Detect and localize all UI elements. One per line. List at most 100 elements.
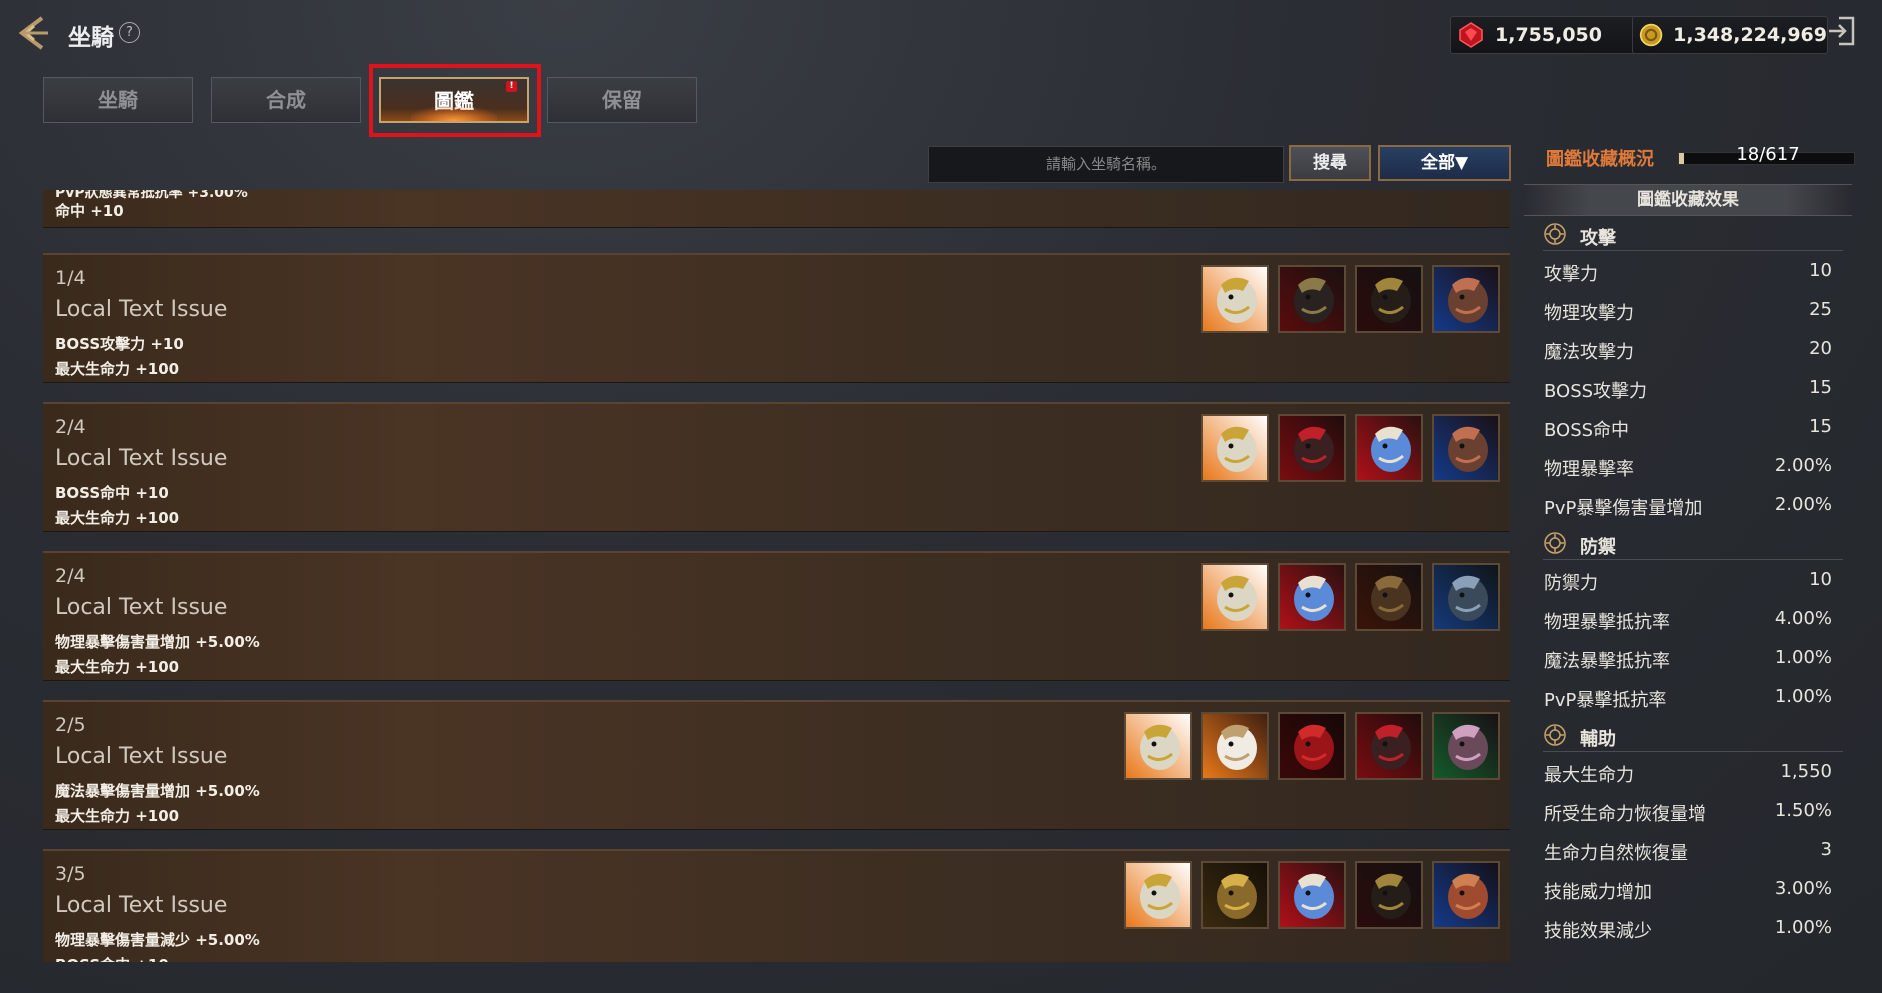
set-name: Local Text Issue [55,446,228,471]
stat-value: 3 [1820,839,1832,860]
stat-name: 魔法攻擊力 [1544,342,1634,363]
collection-set-list[interactable]: PvP狀態異常抵抗率 +3.00% 命中 +10 1/4 Local Text … [43,190,1510,962]
mount-portrait[interactable] [1201,712,1269,780]
stat-name: 最大生命力 [1544,765,1634,786]
tab-reserve[interactable]: 保留 [547,77,697,123]
set-progress: 2/4 [55,416,86,438]
mount-portrait[interactable] [1278,265,1346,333]
tab-mount[interactable]: 坐騎 [43,77,193,123]
stat-row: PvP暴擊傷害量增加 2.00% [1544,490,1832,522]
stat-row: 物理暴擊率 2.00% [1544,451,1832,483]
bird-red-mount-icon [1357,714,1421,778]
set-name: Local Text Issue [55,297,228,322]
mount-portrait[interactable] [1278,414,1346,482]
mount-portrait[interactable] [1355,712,1423,780]
mount-portrait[interactable] [1201,861,1269,929]
back-button[interactable] [12,12,54,54]
help-icon[interactable]: ? [119,22,140,43]
stat-row: 物理攻擊力 25 [1544,295,1832,327]
stat-row: 攻擊力 10 [1544,256,1832,288]
wolf-blue-mount-icon [1434,565,1498,629]
mount-portrait[interactable] [1355,861,1423,929]
set-name: Local Text Issue [55,744,228,769]
set-card[interactable]: 2/4 Local Text Issue 物理暴擊傷害量增加 +5.00% 最大… [43,551,1510,681]
lion-gold-mount-icon [1126,714,1190,778]
stat-value: 1.00% [1774,647,1832,668]
mount-portrait[interactable] [1355,265,1423,333]
stat-name: 物理暴擊率 [1544,459,1634,480]
stat-name: 技能威力增加 [1544,882,1652,903]
stat-value: 25 [1809,299,1832,320]
set-card[interactable]: 2/4 Local Text Issue BOSS命中 +10 最大生命力 +1… [43,402,1510,532]
drake-red-mount-icon [1280,714,1344,778]
stat-name: 所受生命力恢復量增 [1544,804,1706,825]
set-effect: 最大生命力 +100 [55,509,180,527]
set-progress: 3/5 [55,863,86,885]
stat-row: 魔法攻擊力 20 [1544,334,1832,366]
mount-portrait[interactable] [1201,414,1269,482]
griffon-blue-mount-icon [1434,267,1498,331]
stat-value: 1.50% [1774,800,1832,821]
set-effect: 魔法暴擊傷害量增加 +5.00% [55,782,260,800]
tab-synthesis[interactable]: 合成 [211,77,361,123]
stat-row: BOSS命中 15 [1544,412,1832,444]
mount-portrait[interactable] [1278,563,1346,631]
mount-portrait[interactable] [1432,712,1500,780]
stat-value: 20 [1809,338,1832,359]
gold-currency: 1,348,224,969 [1632,16,1828,54]
bear-dark-mount-icon [1357,565,1421,629]
ruby-icon [1459,22,1483,48]
mount-portrait[interactable] [1278,861,1346,929]
search-input[interactable]: 請輸入坐騎名稱。 [928,146,1284,183]
filter-dropdown[interactable]: 全部▼ [1378,145,1511,181]
stat-row: 技能威力增加 3.00% [1544,874,1832,906]
horse-white-mount-icon [1203,714,1267,778]
mount-portrait[interactable] [1201,563,1269,631]
mount-portrait[interactable] [1124,712,1192,780]
stat-value: 15 [1809,377,1832,398]
stat-name: BOSS攻擊力 [1544,381,1648,402]
mount-portrait[interactable] [1432,861,1500,929]
exit-button[interactable] [1825,14,1859,48]
mount-portrait[interactable] [1355,563,1423,631]
mount-portrait[interactable] [1355,414,1423,482]
dragon-blue-mount-icon [1280,565,1344,629]
set-progress: 2/4 [55,565,86,587]
stat-name: 物理暴擊抵抗率 [1544,612,1670,633]
set-card[interactable]: 1/4 Local Text Issue BOSS攻擊力 +10 最大生命力 +… [43,253,1510,383]
stat-value: 10 [1809,569,1832,590]
stat-value: 10 [1809,260,1832,281]
stat-name: BOSS命中 [1544,420,1630,441]
stat-value: 3.00% [1774,878,1832,899]
mount-portrait[interactable] [1432,265,1500,333]
dragon-blue-mount-icon [1280,863,1344,927]
stat-value: 1.00% [1774,686,1832,707]
set-card[interactable]: 2/5 Local Text Issue 魔法暴擊傷害量增加 +5.00% 最大… [43,700,1510,830]
mount-portrait[interactable] [1432,414,1500,482]
stat-name: 魔法暴擊抵抗率 [1544,651,1670,672]
search-button[interactable]: 搜尋 [1289,145,1371,181]
set-effect: 最大生命力 +100 [55,807,180,825]
stat-value: 1,550 [1780,761,1832,782]
griffon-blue-mount-icon [1434,416,1498,480]
lion-gold-mount-icon [1203,416,1267,480]
dragon-blue-mount-icon [1357,416,1421,480]
mount-portrait[interactable] [1432,563,1500,631]
knight-gold-mount-icon [1203,863,1267,927]
stat-row: 最大生命力 1,550 [1544,757,1832,789]
category-label: 防禦 [1580,537,1616,558]
stat-name: 技能效果減少 [1544,921,1652,942]
set-card[interactable]: 3/5 Local Text Issue 物理暴擊傷害量減少 +5.00% BO… [43,849,1510,962]
set-effect: 最大生命力 +100 [55,658,180,676]
gold-coin-icon [1639,23,1663,47]
set-progress: 2/5 [55,714,86,736]
back-arrow-icon [18,16,48,50]
stat-row: 物理暴擊抵抗率 4.00% [1544,604,1832,636]
set-effect: 物理暴擊傷害量增加 +5.00% [55,633,260,651]
mount-portrait[interactable] [1278,712,1346,780]
mount-portrait[interactable] [1124,861,1192,929]
stat-name: PvP暴擊抵抗率 [1544,690,1667,711]
mount-portrait[interactable] [1201,265,1269,333]
gold-amount: 1,348,224,969 [1673,24,1827,46]
stat-row: 所受生命力恢復量增 1.50% [1544,796,1832,828]
